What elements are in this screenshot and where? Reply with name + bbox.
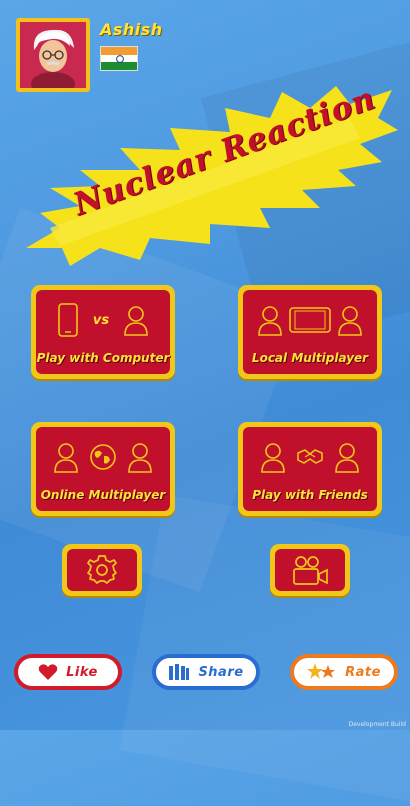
settings-button[interactable]: [62, 544, 142, 596]
play-with-computer-label: Play with Computer: [36, 351, 170, 365]
play-with-friends-label: Play with Friends: [252, 488, 368, 502]
heart-icon: [38, 664, 58, 680]
online-multiplayer-label: Online Multiplayer: [40, 488, 166, 502]
rate-button[interactable]: Rate: [290, 654, 398, 690]
play-with-computer-button[interactable]: vs Play with Computer: [31, 285, 175, 379]
stars-icon: [307, 663, 336, 679]
title-banner: Nuclear Reaction: [20, 78, 400, 268]
user-icon: [124, 306, 148, 336]
phone-icon: [58, 303, 78, 337]
development-build-note: Development Build: [348, 721, 406, 728]
background-panel: [119, 494, 410, 806]
vs-label: vs: [92, 312, 110, 328]
user-icon: [338, 306, 362, 336]
user-icon: [261, 443, 285, 473]
user-icon: [258, 306, 282, 336]
like-button[interactable]: Like: [14, 654, 122, 690]
share-label: Share: [198, 664, 244, 680]
play-with-friends-button[interactable]: Play with Friends: [238, 422, 382, 516]
online-multiplayer-button[interactable]: Online Multiplayer: [31, 422, 175, 516]
india-flag-icon: [100, 46, 138, 71]
user-icon: [335, 443, 359, 473]
handshake-icon: [297, 449, 323, 464]
rate-label: Rate: [345, 664, 381, 680]
like-label: Like: [66, 664, 98, 680]
local-multiplayer-label: Local Multiplayer: [251, 351, 369, 365]
tablet-icon: [289, 307, 331, 333]
video-button[interactable]: [270, 544, 350, 596]
player-name: Ashish: [100, 20, 163, 39]
user-icon: [54, 443, 78, 473]
local-multiplayer-button[interactable]: Local Multiplayer: [238, 285, 382, 379]
share-people-icon: [169, 664, 190, 680]
share-button[interactable]: Share: [152, 654, 260, 690]
gear-icon: [87, 555, 117, 584]
globe-icon: [90, 444, 116, 470]
user-icon: [128, 443, 152, 473]
video-camera-icon: [293, 556, 328, 585]
